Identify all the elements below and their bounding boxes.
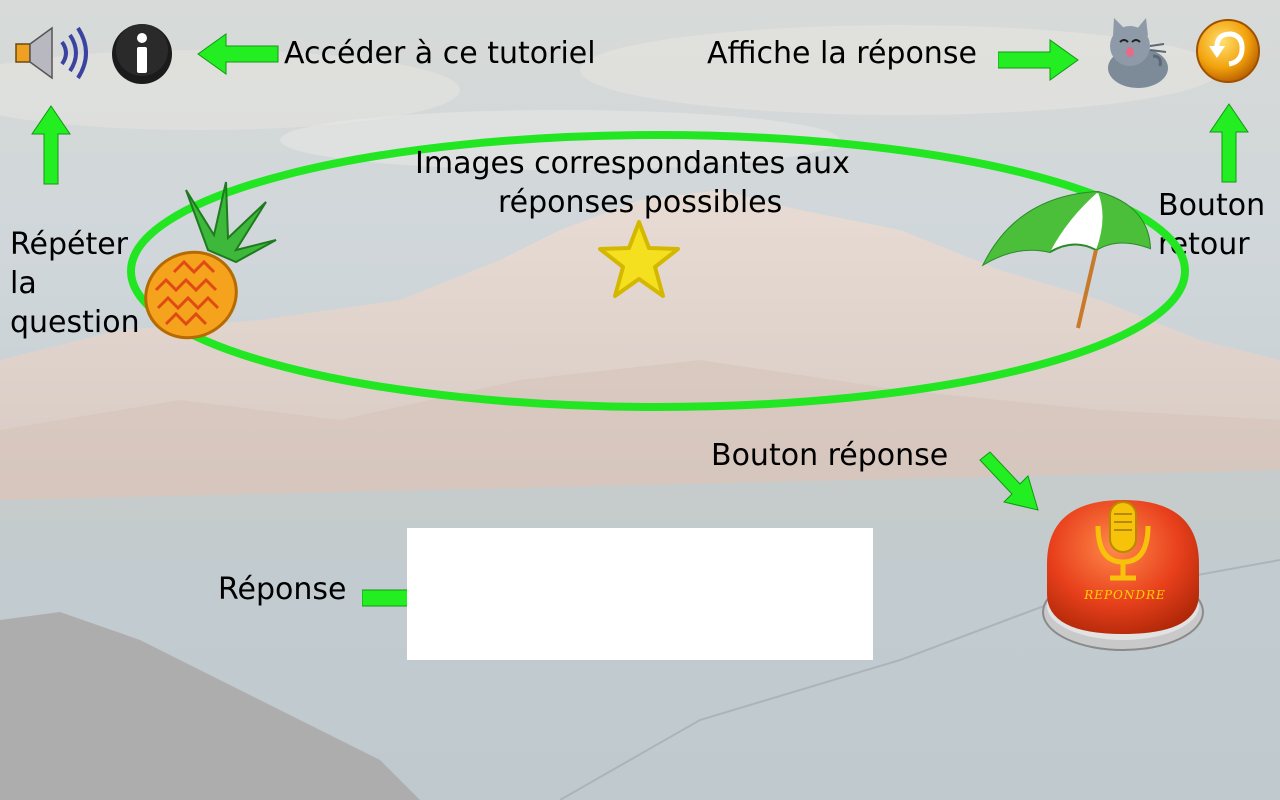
- label-repeat-line3: question: [10, 305, 140, 340]
- pineapple-icon: [144, 181, 277, 340]
- label-show-answer: Affiche la réponse: [707, 36, 977, 71]
- star-icon: [598, 220, 680, 298]
- respond-button[interactable]: [1040, 494, 1206, 654]
- label-images-line2: réponses possibles: [498, 185, 783, 220]
- info-icon: [112, 24, 172, 84]
- label-repeat-line2: la: [10, 266, 37, 301]
- show-answer-button[interactable]: [1098, 16, 1178, 90]
- microphone-icon: [1042, 500, 1204, 651]
- beach-umbrella-icon: [981, 190, 1152, 329]
- arrow-to-answer-button: [979, 451, 1039, 511]
- label-tutorial: Accéder à ce tutoriel: [284, 36, 596, 71]
- label-answer-button: Bouton réponse: [711, 438, 949, 473]
- choice-beach-umbrella[interactable]: [978, 188, 1154, 332]
- label-answer: Réponse: [218, 572, 347, 607]
- arrow-to-back: [1209, 103, 1249, 183]
- answer-field[interactable]: [407, 528, 873, 660]
- label-images-line1: Images correspondantes aux: [415, 146, 850, 181]
- cat-icon: [1108, 18, 1168, 88]
- back-arrow-icon: [1196, 19, 1260, 83]
- back-button[interactable]: [1195, 18, 1261, 84]
- arrow-to-tutorial: [197, 33, 279, 75]
- choice-star[interactable]: [596, 218, 682, 300]
- label-repeat-line1: Répéter: [10, 227, 129, 262]
- speaker-icon: [15, 26, 88, 80]
- arrow-to-repeat: [31, 105, 71, 185]
- choice-pineapple[interactable]: [136, 180, 286, 340]
- repeat-question-button[interactable]: [12, 22, 92, 84]
- arrow-to-show-answer: [998, 39, 1079, 81]
- tutorial-button[interactable]: [110, 22, 174, 86]
